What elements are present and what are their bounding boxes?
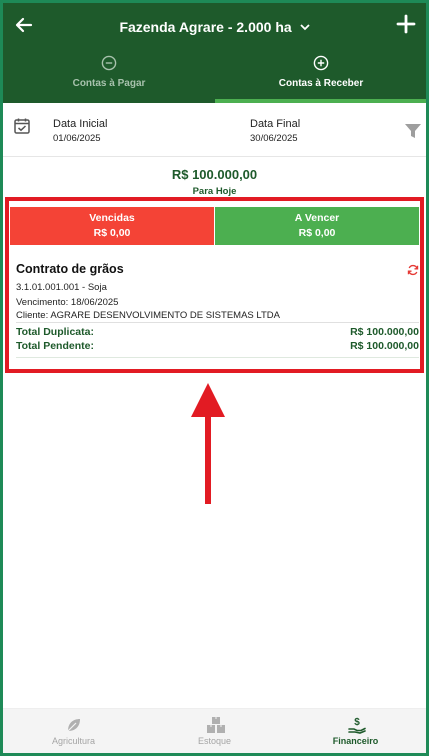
contract-title: Contrato de grãos	[16, 262, 124, 276]
data-inicial-field[interactable]: Data Inicial 01/06/2025	[53, 118, 107, 144]
nav-financeiro[interactable]: $ Financeiro	[285, 709, 426, 753]
nav-label: Financeiro	[332, 736, 379, 746]
nav-label: Estoque	[197, 736, 232, 746]
total-caption: Para Hoje	[192, 186, 237, 197]
minus-circle-icon	[101, 55, 117, 71]
total-value: R$ 100.000,00	[171, 167, 258, 182]
total-summary: R$ 100.000,00 Para Hoje	[3, 158, 426, 200]
data-final-value: 30/06/2025	[250, 133, 298, 144]
plus-circle-icon	[313, 55, 329, 71]
svg-text:$: $	[354, 717, 360, 728]
plus-icon	[396, 14, 416, 34]
total-duplicata-row: Total Duplicata: R$ 100.000,00	[16, 326, 419, 338]
add-button[interactable]	[394, 13, 418, 37]
leaf-icon	[65, 716, 83, 734]
vencidas-label: Vencidas	[89, 212, 135, 224]
sync-icon[interactable]	[407, 263, 419, 276]
tab-label: Contas à Receber	[278, 78, 364, 89]
vencidas-value: R$ 0,00	[93, 227, 131, 239]
nav-label: Agricultura	[51, 736, 96, 746]
total-pendente-row: Total Pendente: R$ 100.000,00	[16, 340, 419, 352]
tab-contas-receber[interactable]: Contas à Receber	[215, 53, 426, 103]
nav-estoque[interactable]: Estoque	[144, 709, 285, 753]
app-header: Fazenda Agrare - 2.000 ha Contas à Pagar	[3, 3, 426, 103]
contract-cliente: Cliente: AGRARE DESENVOLVIMENTO DE SISTE…	[16, 310, 280, 321]
nav-agricultura[interactable]: Agricultura	[3, 709, 144, 753]
funnel-icon[interactable]	[404, 123, 422, 139]
farm-selector[interactable]: Fazenda Agrare - 2.000 ha	[3, 19, 426, 35]
total-duplicata-value: R$ 100.000,00	[350, 326, 419, 338]
contract-code: 3.1.01.001.001 - Soja	[16, 282, 107, 293]
contract-vencimento: Vencimento: 18/06/2025	[16, 297, 119, 308]
data-final-field[interactable]: Data Final 30/06/2025	[250, 118, 300, 144]
total-pendente-value: R$ 100.000,00	[350, 340, 419, 352]
divider	[16, 357, 419, 358]
calendar-check-icon[interactable]	[13, 117, 31, 135]
data-inicial-label: Data Inicial	[53, 118, 108, 130]
tab-label: Contas à Pagar	[72, 78, 146, 89]
a-vencer-label: A Vencer	[294, 212, 340, 224]
boxes-icon	[206, 716, 225, 734]
vencidas-button[interactable]: Vencidas R$ 0,00	[10, 207, 214, 245]
status-row: Vencidas R$ 0,00 A Vencer R$ 0,00	[10, 207, 419, 245]
arrow-up-icon	[191, 383, 225, 504]
a-vencer-button[interactable]: A Vencer R$ 0,00	[215, 207, 419, 245]
app-screen: Fazenda Agrare - 2.000 ha Contas à Pagar	[3, 3, 426, 753]
data-inicial-value: 01/06/2025	[53, 133, 101, 144]
date-filter-row: Data Inicial 01/06/2025 Data Final 30/06…	[3, 103, 426, 157]
total-pendente-label: Total Pendente:	[16, 340, 94, 352]
a-vencer-value: R$ 0,00	[298, 227, 336, 239]
divider	[16, 322, 419, 323]
money-hand-icon: $	[347, 716, 366, 734]
bottom-navigation: Agricultura Estoque $ Financeiro	[3, 708, 426, 753]
total-duplicata-label: Total Duplicata:	[16, 326, 94, 338]
chevron-down-icon	[299, 22, 310, 34]
tab-contas-pagar[interactable]: Contas à Pagar	[3, 53, 215, 103]
data-final-label: Data Final	[250, 118, 301, 130]
farm-name: Fazenda Agrare - 2.000 ha	[119, 19, 292, 35]
contract-card[interactable]: Contrato de grãos 3.1.01.001.001 - Soja …	[10, 245, 419, 363]
